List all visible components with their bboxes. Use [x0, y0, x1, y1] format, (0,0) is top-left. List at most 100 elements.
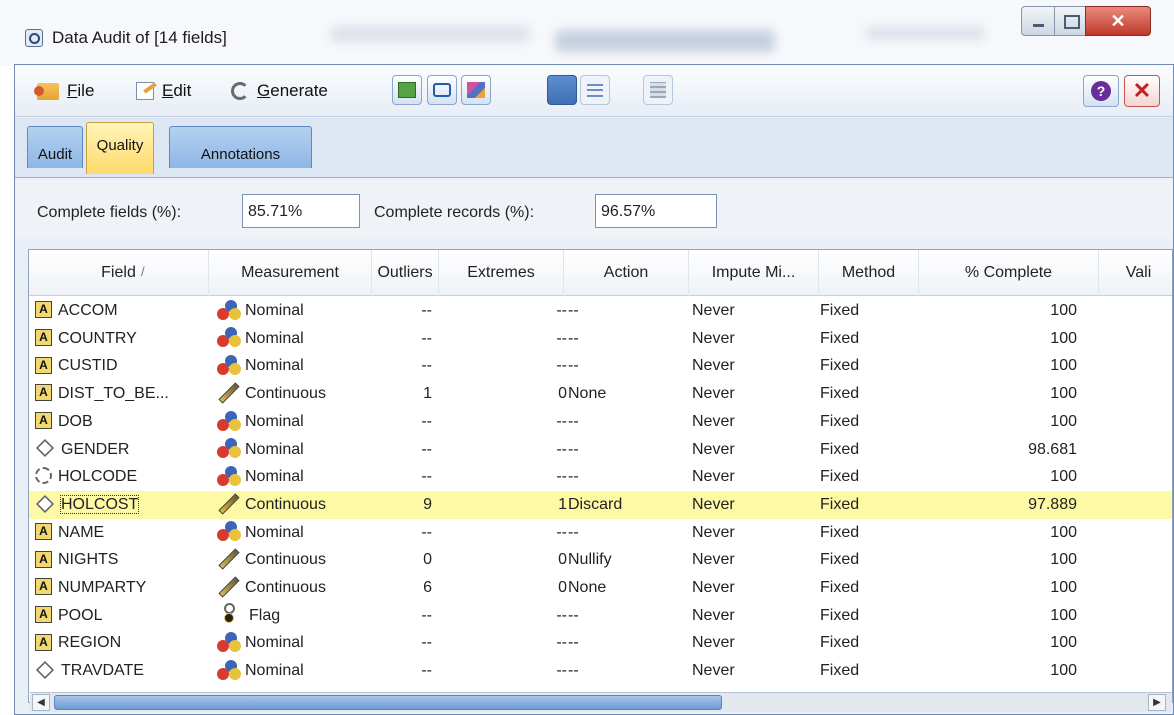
- field-name: REGION: [58, 634, 122, 652]
- header-col-action[interactable]: Action: [564, 250, 689, 296]
- edit-menu[interactable]: Edit: [136, 80, 191, 102]
- continuous-icon: [218, 548, 240, 570]
- table-row[interactable]: A DIST_TO_BE... Continuous 1 0 None Never Fixed…: [29, 380, 1172, 408]
- maximize-button[interactable]: [1054, 6, 1086, 36]
- measurement-label: Flag: [249, 606, 281, 624]
- complete-records-field[interactable]: 96.57%: [595, 194, 717, 228]
- impute-missing-cell: Never: [692, 495, 735, 513]
- header-col-impute-missing[interactable]: Impute Mi...: [689, 250, 819, 296]
- list-view-icon: [587, 83, 603, 97]
- header-col-percent-complete[interactable]: % Complete: [919, 250, 1099, 296]
- table-row[interactable]: A POOL Flag -- -- -- Never Fixed 100: [29, 602, 1172, 630]
- impute-missing-cell: Never: [692, 634, 735, 652]
- continuous-icon: [218, 576, 240, 598]
- table-row[interactable]: TRAVDATE Nominal -- -- -- Never Fixed 100: [29, 657, 1172, 685]
- large-view-button[interactable]: [547, 75, 577, 105]
- field-cell: A NAME: [35, 519, 207, 547]
- blurred-background: [330, 26, 530, 42]
- grid-view-button[interactable]: [643, 75, 673, 105]
- action-cell: Nullify: [568, 551, 612, 569]
- method-cell: Fixed: [820, 634, 860, 652]
- outliers-cell: 1: [423, 385, 432, 403]
- extremes-cell: --: [556, 329, 567, 347]
- continuous-icon: [218, 493, 240, 515]
- print-button[interactable]: [427, 75, 457, 105]
- help-button[interactable]: ?: [1083, 75, 1119, 107]
- complete-fields-field[interactable]: 85.71%: [242, 194, 360, 228]
- scroll-thumb[interactable]: [54, 695, 722, 710]
- action-cell: --: [568, 440, 579, 458]
- impute-missing-cell: Never: [692, 412, 735, 430]
- header-col-outliers[interactable]: Outliers: [372, 250, 439, 296]
- tab-annotations[interactable]: Annotations: [169, 126, 312, 168]
- outliers-cell: 9: [423, 495, 432, 513]
- table-row[interactable]: A NUMPARTY Continuous 6 0 None Never Fixed 100: [29, 574, 1172, 602]
- blurred-background: [865, 26, 985, 40]
- nominal-icon: [217, 327, 241, 348]
- percent-complete-cell: 100: [1050, 606, 1077, 624]
- percent-complete-cell: 100: [1050, 357, 1077, 375]
- extremes-cell: 1: [558, 495, 567, 513]
- generate-icon: [231, 82, 249, 100]
- field-cell: TRAVDATE: [35, 657, 207, 685]
- measurement-label: Nominal: [245, 440, 304, 458]
- table-row[interactable]: A COUNTRY Nominal -- -- -- Never Fixed 100: [29, 325, 1172, 353]
- percent-complete-cell: 100: [1050, 579, 1077, 596]
- field-name: DOB: [58, 412, 93, 430]
- header-col-valid[interactable]: Vali: [1099, 250, 1172, 296]
- table-row[interactable]: A DOB Nominal -- -- -- Never Fixed 100: [29, 408, 1172, 436]
- nominal-icon: [217, 299, 241, 320]
- method-cell: Fixed: [820, 579, 860, 596]
- complete-fields-label: Complete fields (%):: [37, 204, 182, 221]
- table-row[interactable]: A NAME Nominal -- -- -- Never Fixed 100: [29, 519, 1172, 547]
- field-name: POOL: [58, 606, 103, 624]
- file-menu[interactable]: File: [34, 80, 94, 102]
- field-name: HOLCOST: [59, 494, 140, 514]
- nominal-icon: [217, 521, 241, 542]
- action-cell: --: [568, 662, 579, 680]
- window-close-button[interactable]: ✕: [1085, 6, 1151, 36]
- measurement-label: Continuous: [245, 579, 326, 596]
- horizontal-scrollbar[interactable]: ◀ ▶: [30, 692, 1172, 712]
- close-button[interactable]: ✕: [1124, 75, 1160, 107]
- tab-quality[interactable]: Quality: [86, 122, 154, 174]
- chart-button[interactable]: [461, 75, 491, 105]
- header-col-field[interactable]: Field: [29, 250, 209, 296]
- tab-bar: Audit Quality Annotations: [15, 118, 1173, 178]
- header-col-method[interactable]: Method: [819, 250, 919, 296]
- field-name: NIGHTS: [58, 551, 119, 569]
- table-row[interactable]: HOLCODE Nominal -- -- -- Never Fixed 100: [29, 463, 1172, 491]
- table-row[interactable]: A CUSTID Nominal -- -- -- Never Fixed 100: [29, 352, 1172, 380]
- action-cell: None: [568, 579, 607, 596]
- header-col-extremes[interactable]: Extremes: [439, 250, 564, 296]
- percent-complete-cell: 100: [1050, 468, 1077, 486]
- grid-view-icon: [650, 82, 666, 98]
- impute-missing-cell: Never: [692, 302, 735, 319]
- table-row[interactable]: GENDER Nominal -- -- -- Never Fixed 98.681: [29, 436, 1172, 464]
- percent-complete-cell: 100: [1050, 302, 1077, 319]
- outliers-cell: --: [421, 357, 432, 375]
- extremes-cell: --: [556, 357, 567, 375]
- table-row[interactable]: HOLCOST Continuous 9 1 Discard Never Fixed 97.8…: [29, 490, 1172, 519]
- list-view-button[interactable]: [580, 75, 610, 105]
- extremes-cell: --: [556, 606, 567, 624]
- field-name: NUMPARTY: [58, 579, 147, 596]
- blurred-background: [555, 30, 775, 52]
- quality-table: Field Measurement Outliers Extremes Action Im…: [28, 249, 1173, 703]
- outliers-cell: --: [421, 468, 432, 486]
- generate-menu[interactable]: Generate: [231, 80, 328, 102]
- graph-button[interactable]: [392, 75, 422, 105]
- field-name: COUNTRY: [58, 329, 137, 347]
- complete-records-label: Complete records (%):: [374, 204, 535, 221]
- table-row[interactable]: A NIGHTS Continuous 0 0 Nullify Never Fixed 100: [29, 546, 1172, 574]
- outliers-cell: --: [421, 412, 432, 430]
- scroll-left-button[interactable]: ◀: [32, 694, 50, 711]
- table-row[interactable]: A ACCOM Nominal -- -- -- Never Fixed 100: [29, 297, 1172, 325]
- scroll-right-button[interactable]: ▶: [1148, 694, 1166, 711]
- table-row[interactable]: A REGION Nominal -- -- -- Never Fixed 100: [29, 629, 1172, 657]
- header-col-measurement[interactable]: Measurement: [209, 250, 372, 296]
- measurement-label: Continuous: [245, 495, 326, 513]
- measurement-label: Nominal: [245, 468, 304, 486]
- minimize-button[interactable]: [1021, 6, 1055, 36]
- tab-audit[interactable]: Audit: [27, 126, 83, 168]
